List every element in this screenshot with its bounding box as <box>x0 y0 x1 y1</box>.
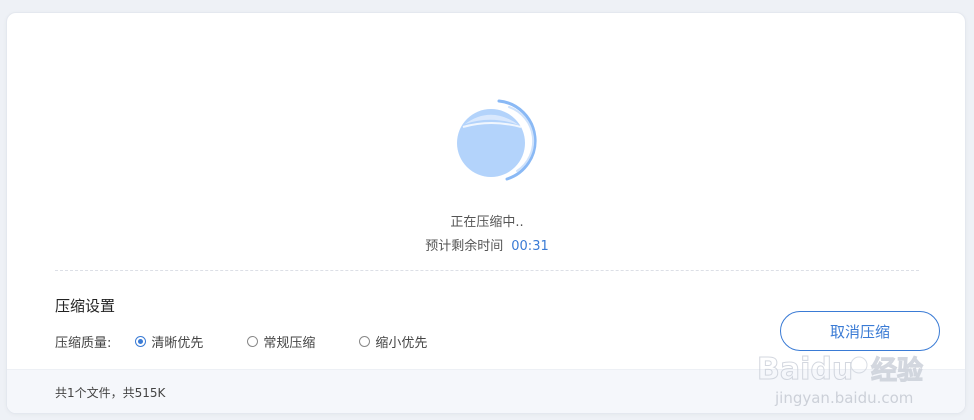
radio-unchecked-icon[interactable] <box>359 335 371 347</box>
quality-option-smaller-first[interactable]: 缩小优先 <box>359 332 427 351</box>
footer-bar: 共1个文件，共515K <box>7 369 965 413</box>
quality-option-clear-first[interactable]: 清晰优先 <box>135 332 203 351</box>
remaining-time-row: 预计剩余时间 00:31 <box>7 235 965 254</box>
settings-title: 压缩设置 <box>55 297 116 315</box>
file-count-info: 共1个文件，共515K <box>55 386 166 400</box>
compression-panel: 正在压缩中.. 预计剩余时间 00:31 压缩设置 压缩质量: 清晰优先 常规压缩… <box>6 12 966 414</box>
quality-option-label: 常规压缩 <box>263 335 316 351</box>
remaining-time-value: 00:31 <box>511 239 549 254</box>
remaining-time-label: 预计剩余时间 <box>425 239 504 254</box>
cancel-compression-button[interactable]: 取消压缩 <box>780 311 940 351</box>
compression-progress-icon <box>457 99 537 181</box>
quality-option-normal[interactable]: 常规压缩 <box>247 332 315 351</box>
radio-unchecked-icon[interactable] <box>247 335 259 347</box>
quality-option-label: 清晰优先 <box>151 335 204 351</box>
radio-checked-icon[interactable] <box>135 335 147 347</box>
compression-status-text: 正在压缩中.. <box>450 215 524 230</box>
quality-options-row: 压缩质量: 清晰优先 常规压缩 缩小优先 <box>55 331 471 351</box>
quality-option-label: 缩小优先 <box>375 335 428 351</box>
section-divider <box>55 270 919 271</box>
quality-label: 压缩质量: <box>55 335 112 351</box>
